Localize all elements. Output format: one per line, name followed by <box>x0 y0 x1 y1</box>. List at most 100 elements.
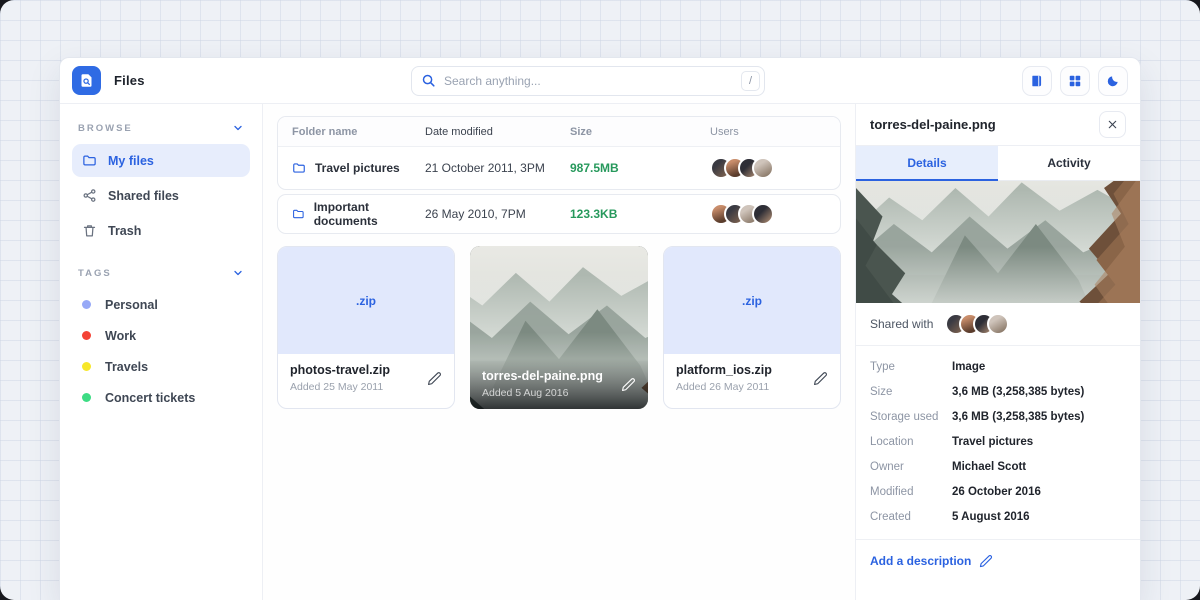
tab-details[interactable]: Details <box>856 146 998 181</box>
table-row-travel-pictures[interactable]: Travel pictures 21 October 2011, 3PM 987… <box>278 147 840 189</box>
tag-color-dot <box>82 300 91 309</box>
search-icon <box>421 73 436 88</box>
file-search-icon <box>79 73 94 88</box>
panel-tabs: Details Activity <box>856 146 1140 181</box>
app-logo <box>72 66 101 95</box>
file-details-list: Type Image Size 3,6 MB (3,258,385 bytes)… <box>856 346 1140 533</box>
sidebar: BROWSE My files <box>60 104 263 600</box>
dark-mode-toggle[interactable] <box>1098 66 1128 96</box>
tag-item-travels[interactable]: Travels <box>72 351 250 382</box>
share-icon <box>82 188 97 203</box>
tab-activity[interactable]: Activity <box>998 146 1140 181</box>
file-card-platform-ios[interactable]: .zip platform_ios.zip Added 26 May 2011 <box>663 246 841 409</box>
chevron-down-icon[interactable] <box>232 122 244 134</box>
tag-label: Concert tickets <box>105 391 195 405</box>
avatar <box>752 203 774 225</box>
grid-view-button[interactable] <box>1060 66 1090 96</box>
table-row-important-documents[interactable]: Important documents 26 May 2010, 7PM 123… <box>278 195 840 233</box>
tag-label: Personal <box>105 298 158 312</box>
tag-color-dot <box>82 331 91 340</box>
topbar-actions <box>1022 66 1128 96</box>
tag-item-personal[interactable]: Personal <box>72 289 250 320</box>
detail-row-created: Created 5 August 2016 <box>870 504 1126 529</box>
close-panel-button[interactable] <box>1099 111 1126 138</box>
tags-section-header[interactable]: TAGS <box>72 265 250 289</box>
date-modified: 26 May 2010, 7PM <box>425 207 570 221</box>
search-shortcut-badge: / <box>741 71 760 91</box>
file-size: 987.5MB <box>570 161 710 175</box>
library-button[interactable] <box>1022 66 1052 96</box>
add-description-button[interactable]: Add a description <box>856 540 1140 582</box>
trash-icon <box>82 223 97 238</box>
folder-name: Travel pictures <box>315 161 400 175</box>
tag-color-dot <box>82 393 91 402</box>
shared-with-avatars[interactable] <box>945 313 1009 335</box>
table-header-row: Folder name Date modified Size Users <box>278 117 840 147</box>
search-input[interactable] <box>411 66 765 96</box>
date-modified: 21 October 2011, 3PM <box>425 161 570 175</box>
file-name: platform_ios.zip <box>676 363 772 377</box>
edit-pencil-icon[interactable] <box>621 377 636 392</box>
detail-row-modified: Modified 26 October 2016 <box>870 479 1126 504</box>
edit-pencil-icon[interactable] <box>427 371 442 386</box>
tags-section-label: TAGS <box>78 268 112 279</box>
close-icon <box>1107 119 1118 130</box>
folders-table: Folder name Date modified Size Users Tra… <box>277 116 841 190</box>
details-panel: torres-del-paine.png Details Activity <box>855 104 1140 600</box>
shared-with-label: Shared with <box>870 317 933 331</box>
file-added-date: Added 26 May 2011 <box>676 381 772 393</box>
tag-color-dot <box>82 362 91 371</box>
zip-preview: .zip <box>278 247 454 354</box>
user-avatars <box>710 157 774 179</box>
avatar <box>752 157 774 179</box>
sidebar-item-label: Trash <box>108 224 141 238</box>
edit-pencil-icon[interactable] <box>813 371 828 386</box>
header-users: Users <box>710 126 826 138</box>
edit-pencil-icon <box>979 554 993 568</box>
moon-icon <box>1106 74 1120 88</box>
folder-name: Important documents <box>314 200 425 228</box>
detail-row-type: Type Image <box>870 354 1126 379</box>
sidebar-item-shared-files[interactable]: Shared files <box>72 179 250 212</box>
sidebar-item-my-files[interactable]: My files <box>72 144 250 177</box>
page-title: Files <box>114 73 145 88</box>
avatar <box>987 313 1009 335</box>
tag-label: Work <box>105 329 136 343</box>
header-folder-name: Folder name <box>292 126 425 138</box>
file-preview-image <box>856 181 1140 303</box>
sidebar-item-label: My files <box>108 154 154 168</box>
tag-item-concert-tickets[interactable]: Concert tickets <box>72 382 250 413</box>
detail-row-size: Size 3,6 MB (3,258,385 bytes) <box>870 379 1126 404</box>
file-added-date: Added 25 May 2011 <box>290 381 390 393</box>
app-window: Files / <box>59 57 1141 600</box>
top-bar: Files / <box>60 58 1140 104</box>
main-content: Folder name Date modified Size Users Tra… <box>263 104 855 600</box>
file-added-date: Added 5 Aug 2016 <box>482 387 603 399</box>
browse-section-header[interactable]: BROWSE <box>72 120 250 144</box>
page-background: Files / <box>0 0 1200 600</box>
detail-row-location: Location Travel pictures <box>870 429 1126 454</box>
folders-table-row-2: Important documents 26 May 2010, 7PM 123… <box>277 194 841 234</box>
sidebar-item-label: Shared files <box>108 189 179 203</box>
file-card-photos-travel[interactable]: .zip photos-travel.zip Added 25 May 2011 <box>277 246 455 409</box>
file-cards: .zip photos-travel.zip Added 25 May 2011 <box>277 246 841 409</box>
file-name: torres-del-paine.png <box>482 369 603 383</box>
folder-icon <box>292 161 306 175</box>
search-container: / <box>411 66 765 96</box>
detail-row-owner: Owner Michael Scott <box>870 454 1126 479</box>
detail-row-storage-used: Storage used 3,6 MB (3,258,385 bytes) <box>870 404 1126 429</box>
chevron-down-icon[interactable] <box>232 267 244 279</box>
header-size: Size <box>570 126 710 138</box>
folder-icon <box>292 207 305 221</box>
browse-section-label: BROWSE <box>78 123 133 134</box>
user-avatars <box>710 203 774 225</box>
book-icon <box>1030 74 1044 88</box>
folder-icon <box>82 153 97 168</box>
file-card-torres-del-paine[interactable]: torres-del-paine.png Added 5 Aug 2016 <box>470 246 648 409</box>
sidebar-item-trash[interactable]: Trash <box>72 214 250 247</box>
header-date-modified: Date modified <box>425 126 570 138</box>
panel-file-title: torres-del-paine.png <box>870 117 996 132</box>
zip-preview: .zip <box>664 247 840 354</box>
tag-label: Travels <box>105 360 148 374</box>
tag-item-work[interactable]: Work <box>72 320 250 351</box>
